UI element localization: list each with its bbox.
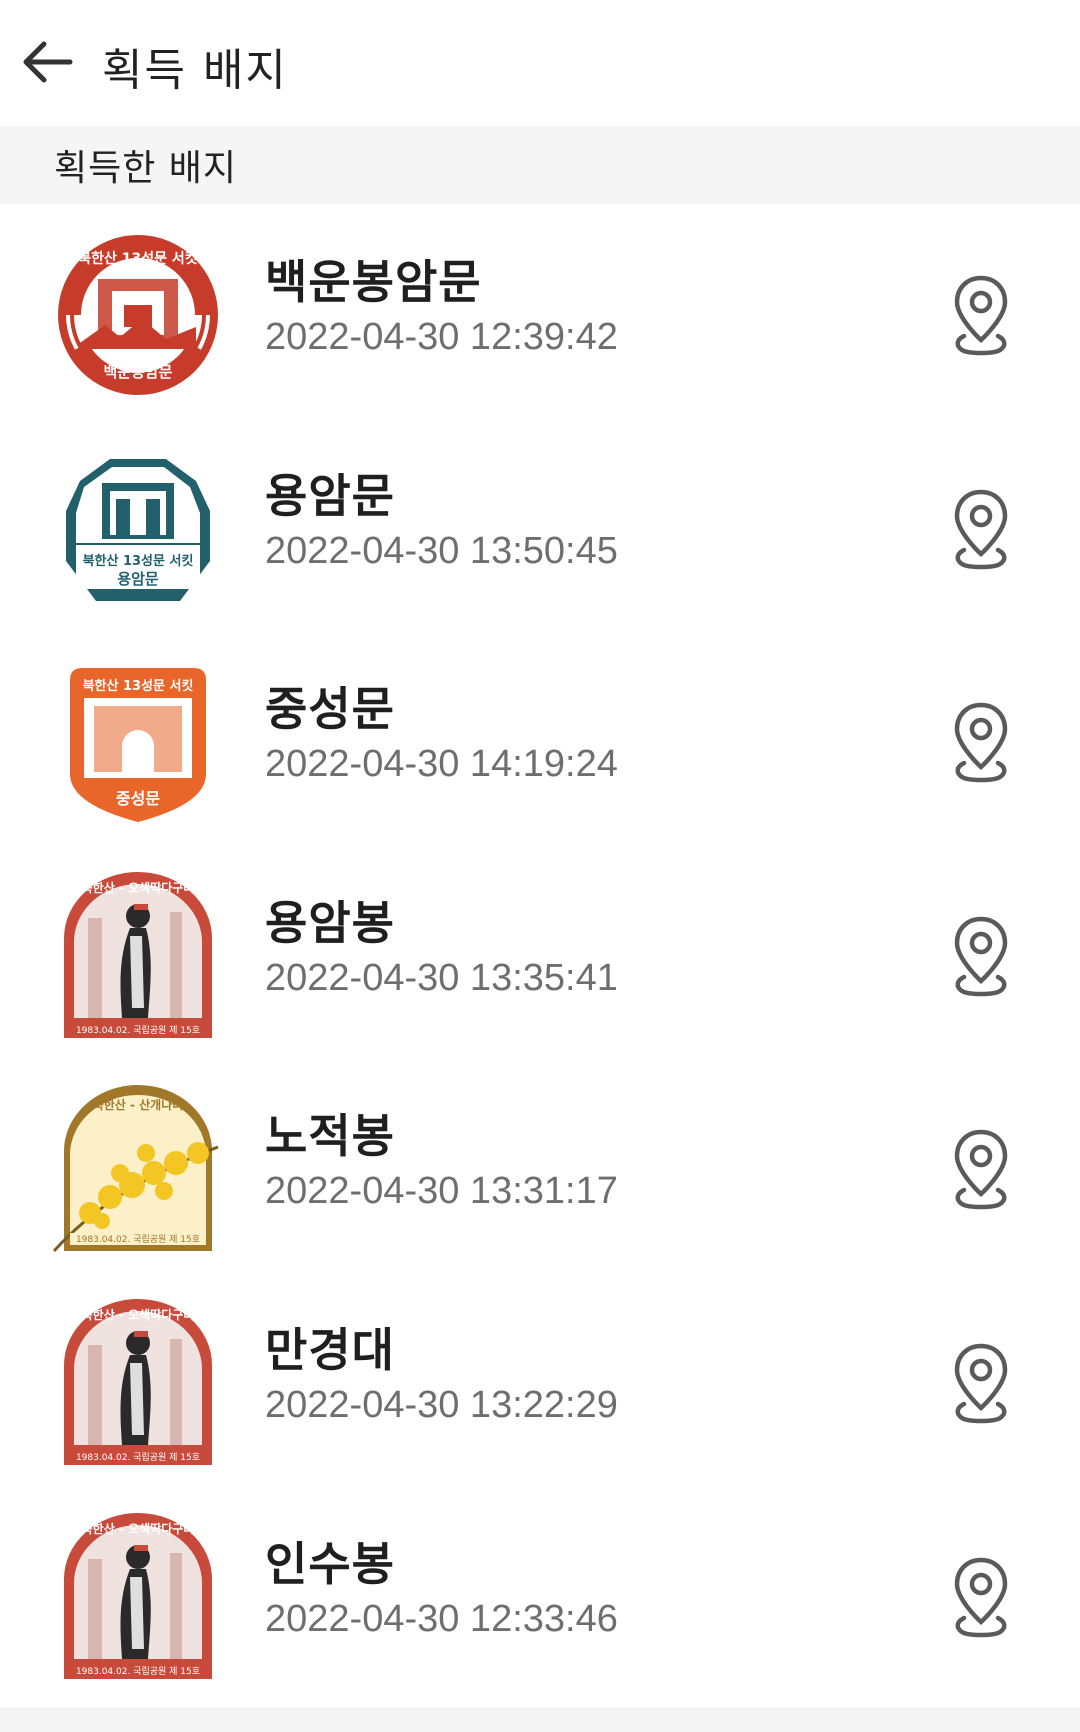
back-arrow-icon[interactable]: [22, 40, 74, 84]
stamp-top-text: 북한산 - 오색딱다구리: [82, 880, 195, 895]
badge-list-item[interactable]: 북한산 - 오색딱다구리 1983.04.02. 국립공원 제 15호 인수봉 …: [0, 1486, 1080, 1700]
badge-name: 용암봉: [265, 895, 395, 950]
badge-time: 2022-04-30 14:19:24: [265, 743, 618, 786]
woodpecker-badge-icon: 북한산 - 오색딱다구리 1983.04.02. 국립공원 제 15호: [50, 868, 226, 1044]
badge-time: 2022-04-30 13:50:45: [265, 529, 618, 572]
page-title: 획득 배지: [102, 45, 288, 96]
orange-gate-stamp-icon: 북한산 13성문 서킷 중성문: [50, 654, 226, 830]
badge-name: 노적봉: [265, 1109, 395, 1164]
location-pin-icon[interactable]: [952, 272, 1010, 360]
stamp-top-text: 북한산 13성문 서킷: [83, 553, 194, 569]
badge-name: 중성문: [265, 682, 395, 737]
stamp-top-text: 북한산 - 오색딱다구리: [82, 1307, 195, 1322]
stamp-bottom-text: 용암문: [117, 570, 159, 588]
stamp-bottom-text: 1983.04.02. 국립공원 제 15호: [76, 1666, 200, 1677]
location-pin-icon[interactable]: [952, 1340, 1010, 1428]
badge-time: 2022-04-30 13:35:41: [265, 956, 618, 999]
stamp-bottom-text: 1983.04.02. 국립공원 제 15호: [76, 1234, 200, 1245]
badge-time: 2022-04-30 12:39:42: [265, 316, 618, 358]
badge-name: 백운봉암문: [265, 255, 482, 309]
app-bar: 획득 배지: [0, 0, 1080, 126]
section-header: 획득한 배지: [0, 126, 1080, 204]
badge-list-item[interactable]: 북한산 - 오색딱다구리 1983.04.02. 국립공원 제 15호 용암봉 …: [0, 845, 1080, 1059]
woodpecker-badge-icon: 북한산 - 오색딱다구리 1983.04.02. 국립공원 제 15호: [50, 1295, 226, 1471]
badge-name: 만경대: [265, 1322, 395, 1377]
stamp-top-text: 북한산 13성문 서킷: [83, 678, 194, 694]
location-pin-icon[interactable]: [952, 699, 1010, 787]
badge-list-item[interactable]: 북한산 13성문 서킷 용암문 용암문 2022-04-30 13:50:45: [0, 418, 1080, 632]
location-pin-icon[interactable]: [952, 913, 1010, 1001]
forsythia-badge-icon: 북한산 - 산개나리 1983.04.02. 국립공원 제 15호: [50, 1081, 226, 1257]
location-pin-icon[interactable]: [952, 1554, 1010, 1642]
location-pin-icon[interactable]: [952, 1126, 1010, 1214]
badge-list: 북한산 13성문 서킷 백운봉암문 백운봉암문 2022-04-30 12:39…: [0, 204, 1080, 1699]
badge-name: 용암문: [265, 468, 395, 523]
teal-gate-stamp-icon: 북한산 13성문 서킷 용암문: [50, 441, 226, 617]
stamp-top-text: 북한산 - 오색딱다구리: [82, 1521, 195, 1536]
badge-list-item[interactable]: 북한산 13성문 서킷 중성문 중성문 2022-04-30 14:19:24: [0, 631, 1080, 845]
badge-time: 2022-04-30 12:33:46: [265, 1597, 618, 1640]
stamp-top-text: 북한산 - 산개나리: [93, 1097, 184, 1112]
stamp-bottom-text: 1983.04.02. 국립공원 제 15호: [76, 1025, 200, 1036]
badge-time: 2022-04-30 13:22:29: [265, 1383, 618, 1426]
red-gate-stamp-icon: 북한산 13성문 서킷 백운봉암문: [50, 227, 226, 403]
stamp-top-text: 북한산 13성문 서킷: [78, 250, 198, 267]
badge-list-item[interactable]: 북한산 - 오색딱다구리 1983.04.02. 국립공원 제 15호 만경대 …: [0, 1272, 1080, 1486]
bottom-divider: [0, 1707, 1080, 1732]
stamp-bottom-text: 중성문: [116, 789, 160, 808]
badge-list-item[interactable]: 북한산 - 산개나리 1983.04.02. 국립공원 제 15호 노적봉 20…: [0, 1058, 1080, 1272]
stamp-bottom-text: 1983.04.02. 국립공원 제 15호: [76, 1452, 200, 1463]
badge-list-item[interactable]: 북한산 13성문 서킷 백운봉암문 백운봉암문 2022-04-30 12:39…: [0, 204, 1080, 418]
badge-time: 2022-04-30 13:31:17: [265, 1170, 618, 1213]
stamp-bottom-text: 백운봉암문: [103, 363, 172, 381]
woodpecker-badge-icon: 북한산 - 오색딱다구리 1983.04.02. 국립공원 제 15호: [50, 1509, 226, 1685]
location-pin-icon[interactable]: [952, 486, 1010, 574]
badge-name: 인수봉: [265, 1536, 395, 1591]
